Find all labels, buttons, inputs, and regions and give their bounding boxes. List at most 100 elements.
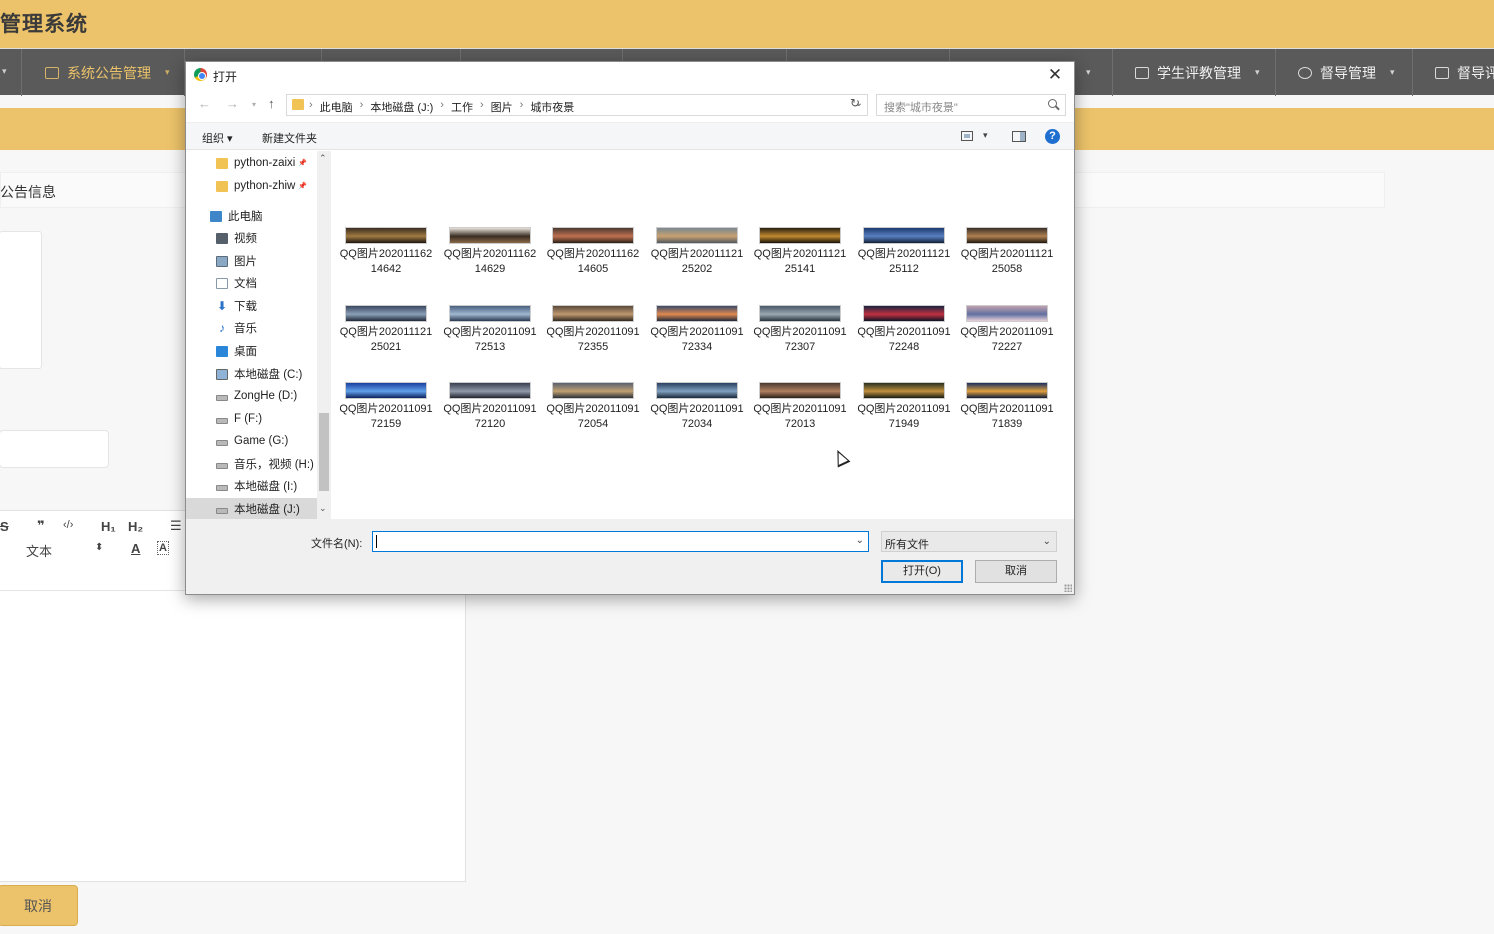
nav-pane-item-label: 本地磁盘 (J:) bbox=[234, 504, 300, 516]
chevron-down-icon: ▾ bbox=[1086, 67, 1091, 77]
heading1-icon[interactable]: H₁ bbox=[101, 519, 116, 534]
nav-item-supervisor[interactable]: 督导管理 ▾ bbox=[1276, 49, 1413, 96]
code-icon[interactable]: ‹/› bbox=[63, 519, 73, 531]
nav-scrollbar[interactable]: ⌃ ⌄ bbox=[317, 151, 331, 519]
nav-pane-item[interactable]: python-zhiw 📌 bbox=[186, 175, 317, 197]
chevron-down-icon[interactable]: ▾ bbox=[983, 130, 988, 141]
new-folder-button[interactable]: 新建文件夹 bbox=[262, 130, 317, 146]
file-type-select[interactable]: 所有文件 ⌄ bbox=[881, 531, 1057, 552]
file-item[interactable]: QQ图片20201112125058 bbox=[959, 227, 1055, 277]
organize-button[interactable]: 组织 ▾ bbox=[202, 130, 233, 146]
nav-pane-item[interactable]: 音乐，视频 (H:) bbox=[186, 453, 317, 475]
file-item[interactable]: QQ图片20201109172513 bbox=[442, 305, 538, 355]
file-item[interactable]: QQ图片20201116214605 bbox=[545, 227, 641, 277]
forward-arrow-icon[interactable]: → bbox=[226, 96, 239, 111]
breadcrumb-item[interactable]: 城市夜景 bbox=[530, 99, 574, 115]
help-icon[interactable]: ? bbox=[1045, 129, 1060, 144]
scroll-thumb[interactable] bbox=[319, 413, 329, 491]
up-arrow-icon[interactable]: ↑ bbox=[268, 96, 275, 111]
chevron-right-icon: › bbox=[309, 99, 313, 111]
file-item[interactable]: QQ图片20201109172054 bbox=[545, 382, 641, 432]
nav-pane-item[interactable]: python-zaixi 📌 bbox=[186, 152, 317, 174]
breadcrumb-item[interactable]: 此电脑 bbox=[320, 99, 353, 115]
nav-pane-item[interactable]: 本地磁盘 (J:) bbox=[186, 498, 317, 520]
file-item[interactable]: QQ图片20201109172120 bbox=[442, 382, 538, 432]
pin-icon: 📌 bbox=[298, 160, 308, 167]
file-item[interactable]: QQ图片20201116214629 bbox=[442, 227, 538, 277]
text-style-select[interactable]: 文本 bbox=[26, 541, 52, 560]
nav-pane-item[interactable]: 文档 bbox=[186, 272, 317, 294]
file-item[interactable]: QQ图片20201109172159 bbox=[338, 382, 434, 432]
drive-icon bbox=[216, 508, 228, 514]
file-item[interactable]: QQ图片20201112125021 bbox=[338, 305, 434, 355]
view-icon[interactable] bbox=[961, 131, 973, 141]
app-title: 管理系统 bbox=[0, 13, 88, 36]
nav-pane-item[interactable]: Game (G:) bbox=[186, 430, 317, 452]
nav-item-evaluation[interactable]: 学生评教管理 ▾ bbox=[1113, 49, 1276, 96]
file-item[interactable]: QQ图片20201112125112 bbox=[856, 227, 952, 277]
search-box[interactable]: 搜索"城市夜景" bbox=[876, 94, 1066, 116]
file-item[interactable]: QQ图片20201109172227 bbox=[959, 305, 1055, 355]
nav-pane-item-label: 音乐，视频 (H:) bbox=[234, 459, 314, 471]
nav-pane-item[interactable]: F (F:) bbox=[186, 408, 317, 430]
dialog-titlebar: 打开 ✕ bbox=[186, 62, 1074, 88]
search-placeholder: 搜索"城市夜景" bbox=[884, 102, 958, 114]
breadcrumb-item[interactable]: 图片 bbox=[491, 99, 513, 115]
form-cancel-button[interactable]: 取消 bbox=[0, 885, 78, 926]
drive-icon bbox=[216, 440, 228, 446]
resize-grip-icon[interactable] bbox=[1064, 584, 1072, 592]
nav-pane-item[interactable]: ♪ 音乐 bbox=[186, 317, 317, 339]
circle-icon bbox=[1298, 66, 1312, 79]
file-item[interactable]: QQ图片20201109172034 bbox=[649, 382, 745, 432]
nav-pane-item[interactable]: ⬇ 下载 bbox=[186, 295, 317, 317]
nav-pane-item[interactable]: 此电脑 bbox=[186, 205, 317, 227]
documents-icon bbox=[216, 277, 228, 289]
file-item[interactable]: QQ图片20201109171949 bbox=[856, 382, 952, 432]
breadcrumb-item[interactable]: 工作 bbox=[451, 99, 473, 115]
file-item[interactable]: QQ图片20201112125141 bbox=[752, 227, 848, 277]
address-bar[interactable]: › 此电脑 › 本地磁盘 (J:) › 工作 › 图片 › 城市夜景 ⌄ bbox=[286, 94, 868, 116]
quote-icon[interactable]: ❞ bbox=[37, 518, 45, 534]
nav-pane-item[interactable]: 本地磁盘 (C:) bbox=[186, 363, 317, 385]
background-color-icon[interactable]: A bbox=[157, 541, 169, 555]
image-upload-box[interactable] bbox=[0, 231, 42, 369]
nav-item-supervisor-eval[interactable]: 督导评 bbox=[1413, 49, 1494, 96]
heading2-icon[interactable]: H₂ bbox=[128, 519, 143, 534]
back-arrow-icon[interactable]: ← bbox=[198, 96, 211, 111]
file-item[interactable]: QQ图片20201116214642 bbox=[338, 227, 434, 277]
breadcrumb-item[interactable]: 本地磁盘 (J:) bbox=[370, 99, 433, 115]
file-item[interactable]: QQ图片20201109172307 bbox=[752, 305, 848, 355]
nav-left-stub[interactable]: ▾ bbox=[0, 49, 22, 96]
preview-pane-icon[interactable] bbox=[1012, 131, 1026, 142]
nav-pane-item[interactable]: 图片 bbox=[186, 250, 317, 272]
image-thumbnail bbox=[552, 382, 634, 399]
form-input[interactable] bbox=[0, 430, 109, 468]
cancel-button[interactable]: 取消 bbox=[975, 560, 1057, 583]
file-item[interactable]: QQ图片20201109171839 bbox=[959, 382, 1055, 432]
font-color-icon[interactable]: A bbox=[131, 541, 140, 556]
refresh-icon[interactable]: ↻ bbox=[850, 96, 860, 110]
file-item[interactable]: QQ图片20201109172013 bbox=[752, 382, 848, 432]
nav-pane-item[interactable]: 视频 bbox=[186, 227, 317, 249]
recent-dropdown-icon[interactable]: ▾ bbox=[252, 100, 256, 109]
file-item[interactable]: QQ图片20201109172334 bbox=[649, 305, 745, 355]
file-name: QQ图片20201109172307 bbox=[753, 326, 847, 353]
file-item[interactable]: QQ图片20201109172248 bbox=[856, 305, 952, 355]
file-item[interactable]: QQ图片20201112125202 bbox=[649, 227, 745, 277]
chevron-down-icon[interactable]: ⌄ bbox=[856, 535, 864, 546]
scroll-up-icon[interactable]: ⌃ bbox=[319, 153, 327, 164]
nav-item-label: 学生评教管理 bbox=[1157, 64, 1241, 81]
filename-input[interactable]: ⌄ bbox=[372, 531, 869, 552]
file-list: QQ图片20201116214642 QQ图片20201116214629 QQ图片… bbox=[332, 151, 1074, 519]
nav-pane-item[interactable]: ZongHe (D:) bbox=[186, 385, 317, 407]
address-row: ← → ▾ ↑ › 此电脑 › 本地磁盘 (J:) › 工作 › 图片 › 城市… bbox=[186, 92, 1074, 118]
list-icon[interactable]: ☰ bbox=[170, 518, 182, 534]
open-button[interactable]: 打开(O) bbox=[881, 560, 963, 583]
close-icon[interactable]: ✕ bbox=[1045, 65, 1065, 85]
scroll-down-icon[interactable]: ⌄ bbox=[319, 503, 327, 514]
nav-pane-item[interactable]: 本地磁盘 (I:) bbox=[186, 475, 317, 497]
nav-pane-item[interactable]: 桌面 bbox=[186, 340, 317, 362]
strikethrough-icon[interactable]: S bbox=[0, 519, 9, 534]
file-item[interactable]: QQ图片20201109172355 bbox=[545, 305, 641, 355]
nav-item-announcement[interactable]: 系统公告管理 ▾ bbox=[23, 49, 185, 96]
